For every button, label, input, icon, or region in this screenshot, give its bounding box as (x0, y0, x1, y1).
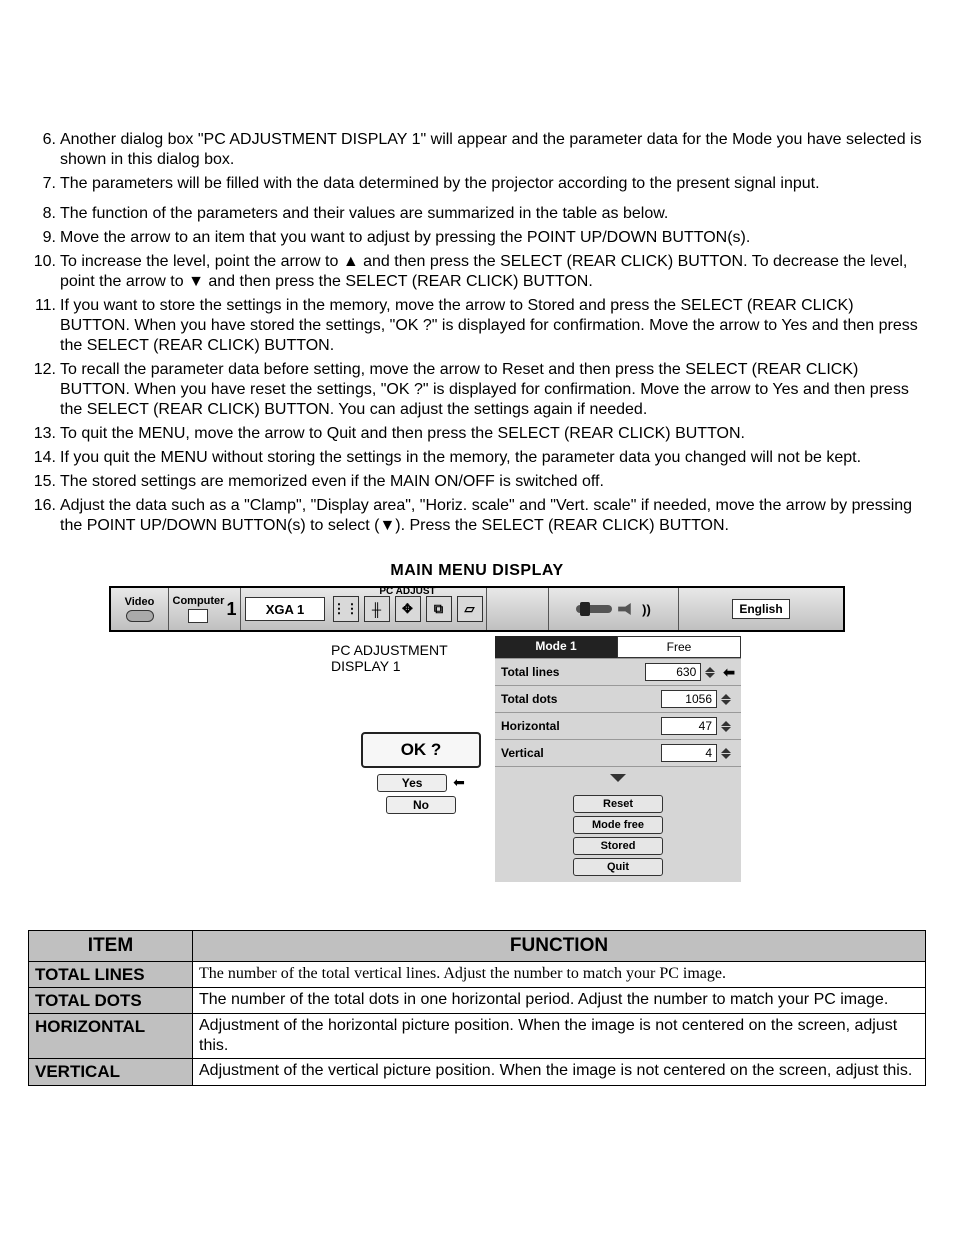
table-row: HORIZONTAL Adjustment of the horizontal … (29, 1014, 926, 1059)
param-name: Total lines (501, 665, 641, 679)
video-label: Video (125, 596, 155, 608)
step-10: To increase the level, point the arrow t… (28, 252, 926, 292)
computer-label: Computer (173, 595, 225, 607)
param-name: Vertical (501, 746, 657, 760)
blank-cell (487, 588, 549, 630)
param-name: Total dots (501, 692, 657, 706)
row-func: The number of the total vertical lines. … (193, 961, 926, 987)
pc-adjust-label: PC ADJUST (329, 586, 486, 597)
spinner-icon[interactable] (721, 721, 735, 732)
arrow-left-icon (453, 774, 465, 792)
adjust-icon-group: PC ADJUST ⋮⋮ ╫ ✥ ⧉ ▱ (329, 588, 487, 630)
spinner-icon[interactable] (705, 667, 719, 678)
step-11: If you want to store the settings in the… (28, 296, 926, 356)
mode-status: Free (617, 636, 741, 658)
row-item: HORIZONTAL (29, 1014, 193, 1059)
param-name: Horizontal (501, 719, 657, 733)
param-value: 47 (661, 717, 717, 735)
reset-button[interactable]: Reset (573, 795, 663, 813)
mode-name: Mode 1 (495, 636, 617, 658)
step-8: The function of the parameters and their… (28, 204, 926, 224)
param-total-lines[interactable]: Total lines 630 ⬅ (495, 658, 741, 685)
row-func: Adjustment of the horizontal picture pos… (193, 1014, 926, 1059)
stored-button[interactable]: Stored (573, 837, 663, 855)
instruction-list: Another dialog box "PC ADJUSTMENT DISPLA… (28, 130, 926, 536)
yes-button[interactable]: Yes (377, 774, 447, 792)
th-item: ITEM (29, 931, 193, 962)
step-15: The stored settings are memorized even i… (28, 472, 926, 492)
row-item: TOTAL LINES (29, 961, 193, 987)
param-vertical[interactable]: Vertical 4 (495, 739, 741, 766)
computer-icon (188, 609, 208, 623)
speaker-icon[interactable] (618, 603, 636, 615)
adjust-icon-3[interactable]: ✥ (395, 596, 421, 622)
computer-source-cell[interactable]: Computer 1 (169, 588, 241, 630)
slider-cell: )) (549, 588, 679, 630)
video-source-cell[interactable]: Video (111, 588, 169, 630)
table-row: TOTAL LINES The number of the total vert… (29, 961, 926, 987)
step-6: Another dialog box "PC ADJUSTMENT DISPLA… (28, 130, 926, 170)
slider-icon[interactable] (576, 605, 612, 613)
menu-bar: Video Computer 1 XGA 1 PC ADJUST ⋮⋮ ╫ ✥ … (109, 586, 845, 632)
pointer-arrow-icon: ⬅ (723, 664, 735, 681)
step-12: To recall the parameter data before sett… (28, 360, 926, 420)
quit-button[interactable]: Quit (573, 858, 663, 876)
computer-number: 1 (226, 599, 236, 620)
pc-adjustment-dialog: Mode 1 Free Total lines 630 ⬅ Total dots… (495, 636, 741, 882)
video-icon (126, 610, 154, 622)
row-item: VERTICAL (29, 1059, 193, 1085)
display-label: PC ADJUSTMENT DISPLAY 1 (331, 642, 481, 674)
ok-dialog: OK ? (361, 732, 481, 768)
table-row: TOTAL DOTS The number of the total dots … (29, 988, 926, 1014)
table-row: VERTICAL Adjustment of the vertical pict… (29, 1059, 926, 1085)
th-function: FUNCTION (193, 931, 926, 962)
mode-label: XGA 1 (266, 602, 305, 617)
param-total-dots[interactable]: Total dots 1056 (495, 685, 741, 712)
language-cell[interactable]: English (679, 588, 843, 630)
row-item: TOTAL DOTS (29, 988, 193, 1014)
mode-free-button[interactable]: Mode free (573, 816, 663, 834)
menu-title: MAIN MENU DISPLAY (28, 562, 926, 580)
main-menu-display: Video Computer 1 XGA 1 PC ADJUST ⋮⋮ ╫ ✥ … (109, 586, 845, 882)
step-9: Move the arrow to an item that you want … (28, 228, 926, 248)
no-button[interactable]: No (386, 796, 456, 814)
sound-waves-icon: )) (642, 602, 651, 617)
spinner-icon[interactable] (721, 694, 735, 705)
language-label: English (732, 599, 789, 619)
chevron-down-icon (610, 774, 626, 782)
adjust-icon-1[interactable]: ⋮⋮ (333, 596, 359, 622)
param-horizontal[interactable]: Horizontal 47 (495, 712, 741, 739)
adjust-icon-4[interactable]: ⧉ (426, 596, 452, 622)
step-13: To quit the MENU, move the arrow to Quit… (28, 424, 926, 444)
mode-box[interactable]: XGA 1 (245, 597, 325, 621)
param-value: 630 (645, 663, 701, 681)
scroll-down-row[interactable] (495, 766, 741, 789)
step-16: Adjust the data such as a "Clamp", "Disp… (28, 496, 926, 536)
step-14: If you quit the MENU without storing the… (28, 448, 926, 468)
param-value: 4 (661, 744, 717, 762)
adjust-icon-5[interactable]: ▱ (457, 596, 483, 622)
spinner-icon[interactable] (721, 748, 735, 759)
adjust-icon-2[interactable]: ╫ (364, 596, 390, 622)
row-func: Adjustment of the vertical picture posit… (193, 1059, 926, 1085)
param-value: 1056 (661, 690, 717, 708)
row-func: The number of the total dots in one hori… (193, 988, 926, 1014)
function-table: ITEM FUNCTION TOTAL LINES The number of … (28, 930, 926, 1086)
step-7: The parameters will be filled with the d… (28, 174, 926, 194)
